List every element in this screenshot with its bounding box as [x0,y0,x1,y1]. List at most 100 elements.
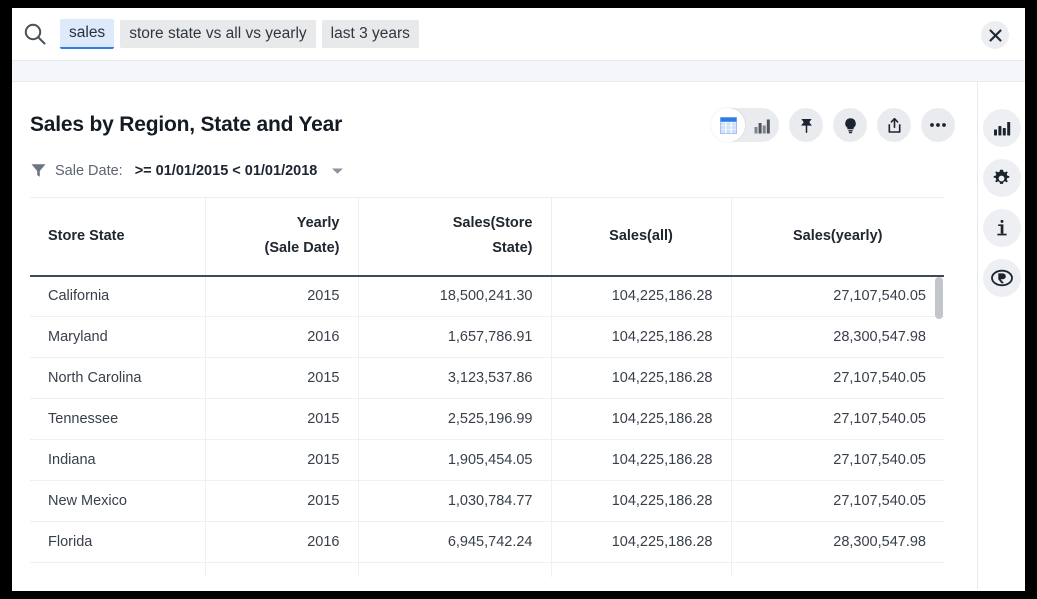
cell-sales-store-state: 3,123,537.86 [358,358,551,399]
table-row[interactable]: North Carolina20153,123,537.86104,225,18… [30,358,944,399]
cell-store-state: Tennessee [30,399,205,440]
filter-row: Sale Date: >= 01/01/2015 < 01/01/2018 [12,142,977,179]
cell-sales-yearly [731,563,944,578]
search-chip-store-state-vs-all-vs-yearly[interactable]: store state vs all vs yearly [120,20,315,48]
share-icon[interactable] [877,108,911,142]
cell-sales-all: 104,225,186.28 [551,399,731,440]
cell-yearly: 2015 [205,481,358,522]
table-row[interactable]: Indiana20151,905,454.05104,225,186.2827,… [30,440,944,481]
cell-sales-store-state [358,563,551,578]
cell-store-state [30,563,205,578]
cell-store-state: Maryland [30,317,205,358]
cell-sales-all: 104,225,186.28 [551,440,731,481]
cell-sales-all: 104,225,186.28 [551,317,731,358]
search-bar: sales store state vs all vs yearly last … [12,8,1025,60]
sidebar-item-settings[interactable] [983,159,1021,197]
results-table: Store State Yearly (Sale Date) Sales(Sto… [30,197,944,577]
cell-store-state: Florida [30,522,205,563]
cell-sales-store-state: 1,030,784.77 [358,481,551,522]
filter-value[interactable]: >= 01/01/2015 < 01/01/2018 [135,163,318,179]
cell-sales-yearly: 27,107,540.05 [731,276,944,317]
cell-yearly: 2016 [205,317,358,358]
column-header-line2: (Sale Date) [265,240,340,256]
chevron-down-icon[interactable] [331,167,344,175]
column-header-sales-store-state[interactable]: Sales(Store State) [358,198,551,276]
table-row[interactable]: Tennessee20152,525,196.99104,225,186.282… [30,399,944,440]
column-header-label: Store State [48,228,125,244]
column-header-line1: Sales(Store [453,215,533,231]
cell-yearly: 2015 [205,399,358,440]
column-header-label: Sales(yearly) [793,228,882,244]
cell-yearly: 2015 [205,358,358,399]
cell-sales-all: 104,225,186.28 [551,358,731,399]
cell-sales-all: 104,225,186.28 [551,276,731,317]
view-toggle [711,108,779,142]
filter-label: Sale Date: [55,163,123,179]
lightbulb-icon[interactable] [833,108,867,142]
table-container: Store State Yearly (Sale Date) Sales(Sto… [30,197,944,577]
cell-sales-all: 104,225,186.28 [551,522,731,563]
table-row[interactable]: New Mexico20151,030,784.77104,225,186.28… [30,481,944,522]
cell-sales-yearly: 27,107,540.05 [731,440,944,481]
chart-view-icon[interactable] [745,108,779,142]
cell-sales-yearly: 28,300,547.98 [731,317,944,358]
toolbar-strip [12,60,1025,82]
main-content: Sales by Region, State and Year [12,82,977,589]
cell-store-state: North Carolina [30,358,205,399]
sidebar-item-r-logo[interactable] [983,259,1021,297]
table-view-icon[interactable] [711,108,745,142]
table-row[interactable]: Florida20166,945,742.24104,225,186.2828,… [30,522,944,563]
filter-icon [30,162,47,179]
viz-toolbar [711,108,955,142]
right-sidebar [977,82,1025,589]
r-logo-icon [991,269,1013,287]
table-body: California201518,500,241.30104,225,186.2… [30,276,944,578]
table-header-row: Store State Yearly (Sale Date) Sales(Sto… [30,198,944,276]
cell-sales-store-state: 6,945,742.24 [358,522,551,563]
close-button[interactable] [981,21,1009,49]
pin-icon[interactable] [789,108,823,142]
column-header-sales-yearly[interactable]: Sales(yearly) [731,198,944,276]
sidebar-item-info[interactable] [983,209,1021,247]
table-row[interactable]: California201518,500,241.30104,225,186.2… [30,276,944,317]
sidebar-item-chart-bars[interactable] [983,109,1021,147]
cell-sales-yearly: 27,107,540.05 [731,481,944,522]
cell-sales-store-state: 2,525,196.99 [358,399,551,440]
table-row[interactable] [30,563,944,578]
cell-yearly: 2015 [205,276,358,317]
page-title: Sales by Region, State and Year [30,113,711,137]
cell-store-state: Indiana [30,440,205,481]
body-row: Sales by Region, State and Year [12,82,1025,589]
table-row[interactable]: Maryland20161,657,786.91104,225,186.2828… [30,317,944,358]
cell-yearly [205,563,358,578]
column-header-line1: Yearly [297,215,340,231]
cell-sales-yearly: 28,300,547.98 [731,522,944,563]
info-icon [994,219,1010,237]
cell-sales-yearly: 27,107,540.05 [731,358,944,399]
cell-sales-store-state: 1,905,454.05 [358,440,551,481]
cell-store-state: California [30,276,205,317]
column-header-store-state[interactable]: Store State [30,198,205,276]
cell-yearly: 2015 [205,440,358,481]
column-header-sales-all[interactable]: Sales(all) [551,198,731,276]
cell-sales-yearly: 27,107,540.05 [731,399,944,440]
more-options-icon[interactable] [921,108,955,142]
table-header: Store State Yearly (Sale Date) Sales(Sto… [30,198,944,276]
cell-sales-store-state: 1,657,786.91 [358,317,551,358]
gear-icon [992,169,1011,188]
search-chip-last-3-years[interactable]: last 3 years [322,20,419,48]
cell-sales-all [551,563,731,578]
table-scrollbar[interactable] [934,277,944,577]
column-header-label: Sales(all) [609,228,673,244]
search-token-list: sales store state vs all vs yearly last … [60,19,425,49]
cell-sales-all: 104,225,186.28 [551,481,731,522]
title-row: Sales by Region, State and Year [12,82,977,142]
search-icon [22,21,48,47]
cell-yearly: 2016 [205,522,358,563]
column-header-yearly-sale-date[interactable]: Yearly (Sale Date) [205,198,358,276]
chart-bars-icon [993,119,1011,137]
search-chip-sales[interactable]: sales [60,19,114,49]
table-scrollbar-thumb[interactable] [935,277,943,319]
cell-store-state: New Mexico [30,481,205,522]
column-header-line2: State) [492,240,532,256]
